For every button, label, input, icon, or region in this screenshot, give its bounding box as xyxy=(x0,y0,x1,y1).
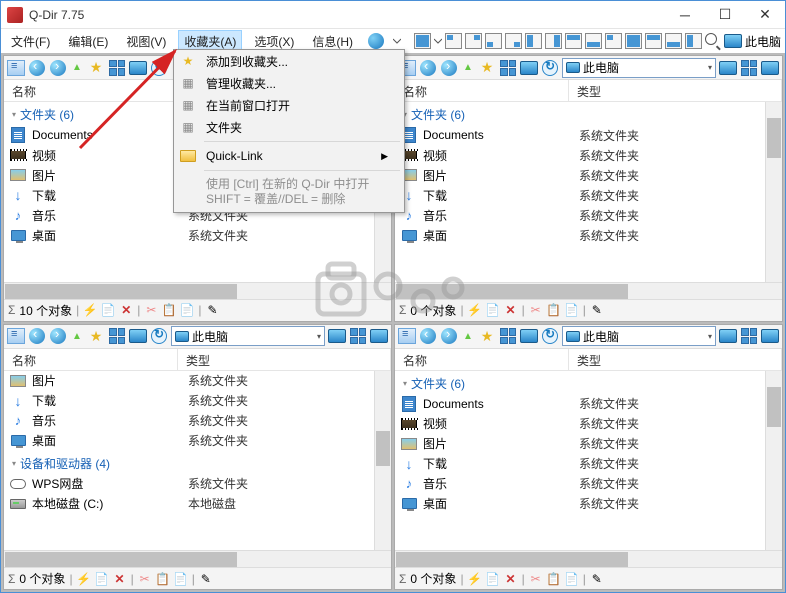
favorites-button[interactable]: ★ xyxy=(478,59,496,77)
monitor-icon[interactable] xyxy=(520,61,538,75)
back-button[interactable] xyxy=(29,60,45,76)
layout-alt1-button[interactable] xyxy=(625,33,642,49)
window-title: Q-Dir 7.75 xyxy=(29,8,665,22)
pane-top-right: ★ 此电脑▾ 名称类型 文件夹 (6) Documents系统文件夹 视频系统文… xyxy=(394,55,783,322)
back-button[interactable] xyxy=(420,60,436,76)
app-icon xyxy=(7,7,23,23)
hint-text: 使用 [Ctrl] 在新的 Q-Dir 中打开SHIFT = 覆盖//DEL =… xyxy=(174,174,404,212)
favorites-button[interactable]: ★ xyxy=(87,59,105,77)
document-icon xyxy=(11,127,25,143)
menu-folders[interactable]: ▦文件夹 xyxy=(174,116,404,138)
tiles-icon[interactable] xyxy=(741,60,757,76)
chevron-right-icon: ▶ xyxy=(381,151,388,162)
monitor-icon[interactable] xyxy=(761,61,779,75)
layout-alt2-button[interactable] xyxy=(645,33,662,49)
disk-icon xyxy=(10,499,26,509)
view-button[interactable] xyxy=(7,328,25,344)
scrollbar-vertical[interactable] xyxy=(765,371,782,551)
menu-file[interactable]: 文件(F) xyxy=(5,30,56,53)
layout-alt4-button[interactable] xyxy=(685,33,702,49)
chevron-down-icon[interactable] xyxy=(434,37,442,45)
layout-t-button[interactable] xyxy=(565,33,582,49)
layout-bl-button[interactable] xyxy=(485,33,502,49)
list-item: 桌面系统文件夹 xyxy=(4,225,391,245)
close-button[interactable]: ✕ xyxy=(745,1,785,29)
video-icon xyxy=(10,149,26,161)
magnify-icon[interactable] xyxy=(705,33,721,49)
file-list[interactable]: 文件夹 (6) Documents系统文件夹 视频系统文件夹 图片系统文件夹 ↓… xyxy=(395,371,782,551)
chevron-down-icon[interactable] xyxy=(393,37,401,45)
statusbar: Σ 10 个对象 | ⚡ 📄 ✕ | ✂ 📋 📄 | ✎ xyxy=(4,299,391,321)
status-count: 10 个对象 xyxy=(19,302,72,319)
scrollbar-vertical[interactable] xyxy=(765,102,782,282)
desktop-icon xyxy=(11,230,26,241)
forward-button[interactable] xyxy=(50,60,66,76)
file-list[interactable]: 图片系统文件夹 ↓下载系统文件夹 ♪音乐系统文件夹 桌面系统文件夹 设备和驱动器… xyxy=(4,371,391,551)
thispc-icon[interactable] xyxy=(724,34,742,48)
refresh-button[interactable] xyxy=(151,60,167,76)
monitor-icon[interactable] xyxy=(719,61,737,75)
layout-alt3-button[interactable] xyxy=(665,33,682,49)
folder-icon xyxy=(180,150,196,162)
menu-edit[interactable]: 编辑(E) xyxy=(62,30,114,53)
layout-br-button[interactable] xyxy=(505,33,522,49)
pane-bottom-right: ★ 此电脑▾ 名称类型 文件夹 (6) Documents系统文件夹 视频系统文… xyxy=(394,324,783,591)
scrollbar-horizontal[interactable] xyxy=(4,550,391,567)
favorites-dropdown: ★添加到收藏夹... ▦管理收藏夹... ▦在当前窗口打开 ▦文件夹 Quick… xyxy=(173,49,405,213)
menu-quicklink[interactable]: Quick-Link▶ xyxy=(174,145,404,167)
scrollbar-horizontal[interactable] xyxy=(4,282,391,299)
cloud-icon xyxy=(10,479,26,489)
layout-quad-button[interactable] xyxy=(605,33,622,49)
monitor-icon[interactable] xyxy=(129,61,147,75)
download-icon: ↓ xyxy=(10,187,26,203)
menu-open-current[interactable]: ▦在当前窗口打开 xyxy=(174,94,404,116)
address-bar[interactable]: 此电脑▾ xyxy=(562,326,716,346)
tiles-button[interactable] xyxy=(109,60,125,76)
thispc-label[interactable]: 此电脑 xyxy=(745,33,781,50)
address-bar[interactable]: 此电脑▾ xyxy=(171,326,325,346)
forward-button[interactable] xyxy=(441,60,457,76)
menu-view[interactable]: 视图(V) xyxy=(120,30,172,53)
layout-tl-button[interactable] xyxy=(445,33,462,49)
layout-b-button[interactable] xyxy=(585,33,602,49)
globe-icon[interactable] xyxy=(368,33,384,49)
col-name[interactable]: 名称 xyxy=(4,80,178,101)
layout-single-button[interactable] xyxy=(414,33,431,49)
address-bar[interactable]: 此电脑▾ xyxy=(562,58,716,78)
minimize-button[interactable]: ─ xyxy=(665,1,705,29)
view-button[interactable] xyxy=(7,60,25,76)
scrollbar-horizontal[interactable] xyxy=(395,550,782,567)
music-icon: ♪ xyxy=(10,207,26,223)
titlebar: Q-Dir 7.75 ─ ☐ ✕ xyxy=(1,1,785,29)
file-list[interactable]: 文件夹 (6) Documents系统文件夹 视频系统文件夹 图片系统文件夹 ↓… xyxy=(395,102,782,282)
up-button[interactable] xyxy=(461,61,475,75)
layout-r-button[interactable] xyxy=(545,33,562,49)
refresh-button[interactable] xyxy=(542,60,558,76)
scrollbar-vertical[interactable] xyxy=(374,371,391,551)
menu-add-favorite[interactable]: ★添加到收藏夹... xyxy=(174,50,404,72)
pane-bottom-left: ★ 此电脑▾ 名称类型 图片系统文件夹 ↓下载系统文件夹 ♪音乐系统文件夹 桌面… xyxy=(3,324,392,591)
menu-manage-favorites[interactable]: ▦管理收藏夹... xyxy=(174,72,404,94)
layout-tr-button[interactable] xyxy=(465,33,482,49)
maximize-button[interactable]: ☐ xyxy=(705,1,745,29)
layout-l-button[interactable] xyxy=(525,33,542,49)
scrollbar-horizontal[interactable] xyxy=(395,282,782,299)
up-button[interactable] xyxy=(70,61,84,75)
picture-icon xyxy=(10,169,26,181)
tiles-button[interactable] xyxy=(500,60,516,76)
